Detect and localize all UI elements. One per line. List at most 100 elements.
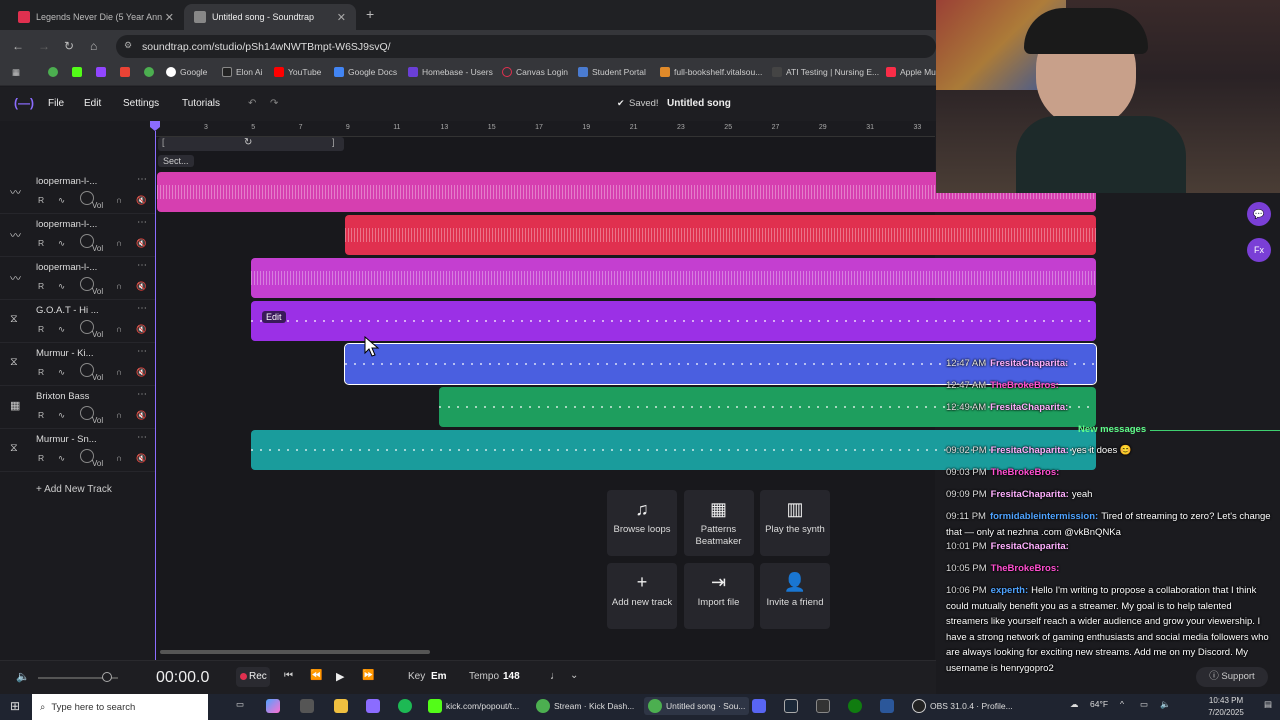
- fast-forward-icon[interactable]: ⏩: [362, 670, 374, 681]
- mute-icon[interactable]: 🔇: [136, 367, 147, 378]
- app2-icon[interactable]: [366, 699, 384, 713]
- bookmark-student-portal[interactable]: Student Portal: [578, 67, 646, 77]
- more-options-icon[interactable]: ⋯: [137, 303, 147, 314]
- headphones-icon[interactable]: ∩: [116, 238, 122, 248]
- support-button[interactable]: ⓘ Support: [1196, 667, 1268, 687]
- track-header[interactable]: 〰 looperman-l-... ⋯ R ∿ Vol ∩ 🔇: [0, 257, 155, 300]
- record-arm-button[interactable]: R: [38, 195, 44, 205]
- bookmark-gmail[interactable]: [120, 67, 134, 77]
- taskbar-item-obs[interactable]: OBS 31.0.4 · Profile...: [912, 699, 1013, 713]
- more-options-icon[interactable]: ⋯: [137, 260, 147, 271]
- back-icon[interactable]: ←: [12, 39, 24, 53]
- automation-icon[interactable]: ∿: [58, 195, 65, 206]
- bookmark-chrome2[interactable]: [144, 67, 158, 77]
- skip-back-icon[interactable]: ⏮: [284, 670, 293, 681]
- chat-username[interactable]: FresitaChaparita:: [990, 358, 1068, 369]
- headphones-icon[interactable]: ∩: [116, 367, 122, 377]
- tempo-value[interactable]: 148: [503, 671, 520, 682]
- spotify-icon[interactable]: [398, 699, 416, 713]
- bookmark-elon-ai[interactable]: Elon Ai: [222, 67, 262, 77]
- chat-username[interactable]: TheBrokeBros:: [991, 467, 1060, 478]
- notification-icon[interactable]: ▤: [1264, 699, 1272, 710]
- chevron-down-icon[interactable]: ⌄: [570, 670, 578, 681]
- close-icon[interactable]: ✕: [165, 11, 174, 24]
- headphones-icon[interactable]: ∩: [116, 410, 122, 420]
- mute-icon[interactable]: 🔇: [136, 281, 147, 292]
- bookmark-twitch[interactable]: [96, 67, 110, 77]
- headphones-icon[interactable]: ∩: [116, 281, 122, 291]
- windows-start-icon[interactable]: ⊞: [10, 699, 20, 713]
- bookmark-kick[interactable]: [72, 67, 86, 77]
- record-arm-button[interactable]: R: [38, 238, 44, 248]
- more-options-icon[interactable]: ⋯: [137, 389, 147, 400]
- mute-icon[interactable]: 🔇: [136, 324, 147, 335]
- volume-icon[interactable]: 🔈: [16, 670, 30, 683]
- xbox-icon[interactable]: [848, 699, 866, 713]
- play-the-synth-card[interactable]: ▥ Play the synth: [760, 490, 830, 556]
- headphones-icon[interactable]: ∩: [116, 453, 122, 463]
- chat-username[interactable]: FresitaChaparita:: [991, 445, 1069, 456]
- track-header[interactable]: 〰 looperman-l-... ⋯ R ∿ Vol ∩ 🔇: [0, 171, 155, 214]
- key-value[interactable]: Em: [431, 671, 447, 682]
- home-icon[interactable]: ⌂: [90, 39, 97, 53]
- track-name[interactable]: looperman-l-...: [36, 219, 97, 230]
- bookmark-chrome[interactable]: [48, 67, 62, 77]
- menu-tutorials[interactable]: Tutorials: [182, 98, 220, 109]
- menu-settings[interactable]: Settings: [123, 98, 159, 109]
- track-name[interactable]: Murmur - Ki...: [36, 348, 94, 359]
- track-name[interactable]: G.O.A.T - Hi ...: [36, 305, 99, 316]
- bookmark-youtube[interactable]: YouTube: [274, 67, 321, 77]
- site-info-icon[interactable]: ⚙: [124, 40, 132, 51]
- url-input[interactable]: ⚙ soundtrap.com/studio/pSh14wNWTBmpt-W6S…: [116, 35, 936, 58]
- bookmark-ati[interactable]: ATI Testing | Nursing E...: [772, 67, 879, 77]
- tray-chevron-icon[interactable]: ^: [1120, 699, 1124, 709]
- bookmark-google[interactable]: Google: [166, 67, 207, 77]
- copilot-icon[interactable]: [266, 699, 284, 713]
- chat-username[interactable]: TheBrokeBros:: [991, 563, 1060, 574]
- browse-loops-card[interactable]: ♫ Browse loops: [607, 490, 677, 556]
- tab-untitled-song[interactable]: Untitled song - Soundtrap ✕: [184, 4, 356, 30]
- app-icon[interactable]: [300, 699, 318, 713]
- apps-icon[interactable]: ▦: [12, 67, 20, 78]
- record-arm-button[interactable]: R: [38, 410, 44, 420]
- chat-username[interactable]: FresitaChaparita:: [991, 489, 1069, 500]
- horizontal-scrollbar[interactable]: [160, 650, 430, 654]
- soundtrap-logo-icon[interactable]: (—): [14, 96, 34, 110]
- chat-username[interactable]: experth:: [991, 585, 1028, 596]
- add-new-track-button[interactable]: + Add New Track: [36, 484, 112, 495]
- chat-username[interactable]: TheBrokeBros:: [990, 380, 1059, 391]
- speaker-icon[interactable]: 🔈: [1160, 699, 1171, 710]
- menu-file[interactable]: File: [48, 98, 64, 109]
- tab-legends[interactable]: Legends Never Die (5 Year Ann ✕: [8, 4, 184, 30]
- loop-start-handle-icon[interactable]: [: [162, 137, 165, 147]
- chat-username[interactable]: formidableintermission:: [990, 511, 1098, 522]
- metronome-icon[interactable]: ♩: [550, 670, 561, 682]
- bookmark-canvas[interactable]: Canvas Login: [502, 67, 568, 77]
- rewind-icon[interactable]: ⏪: [310, 670, 322, 681]
- headphones-icon[interactable]: ∩: [116, 195, 122, 205]
- loop-end-handle-icon[interactable]: ]: [332, 137, 335, 147]
- loop-region[interactable]: [ ↻ ]: [158, 137, 344, 151]
- automation-icon[interactable]: ∿: [58, 453, 65, 464]
- forward-icon[interactable]: →: [38, 39, 50, 53]
- more-options-icon[interactable]: ⋯: [137, 346, 147, 357]
- track-header[interactable]: 〰 looperman-l-... ⋯ R ∿ Vol ∩ 🔇: [0, 214, 155, 257]
- track-name[interactable]: Brixton Bass: [36, 391, 89, 402]
- edit-region-button[interactable]: Edit: [262, 311, 286, 323]
- undo-icon[interactable]: ↶: [248, 98, 256, 109]
- automation-icon[interactable]: ∿: [58, 238, 65, 249]
- steam-icon[interactable]: [784, 699, 802, 713]
- record-arm-button[interactable]: R: [38, 281, 44, 291]
- loop-icon[interactable]: ↻: [244, 137, 252, 148]
- automation-icon[interactable]: ∿: [58, 367, 65, 378]
- record-arm-button[interactable]: R: [38, 367, 44, 377]
- mute-icon[interactable]: 🔇: [136, 410, 147, 421]
- reload-icon[interactable]: ↻: [64, 39, 74, 53]
- track-header[interactable]: ⧖ G.O.A.T - Hi ... ⋯ R ∿ Vol ∩ 🔇: [0, 300, 155, 343]
- taskbar-item-kick[interactable]: kick.com/popout/t...: [428, 699, 519, 713]
- record-arm-button[interactable]: R: [38, 453, 44, 463]
- mute-icon[interactable]: 🔇: [136, 453, 147, 464]
- record-arm-button[interactable]: R: [38, 324, 44, 334]
- headphones-icon[interactable]: ∩: [116, 324, 122, 334]
- play-icon[interactable]: ▶: [336, 670, 344, 683]
